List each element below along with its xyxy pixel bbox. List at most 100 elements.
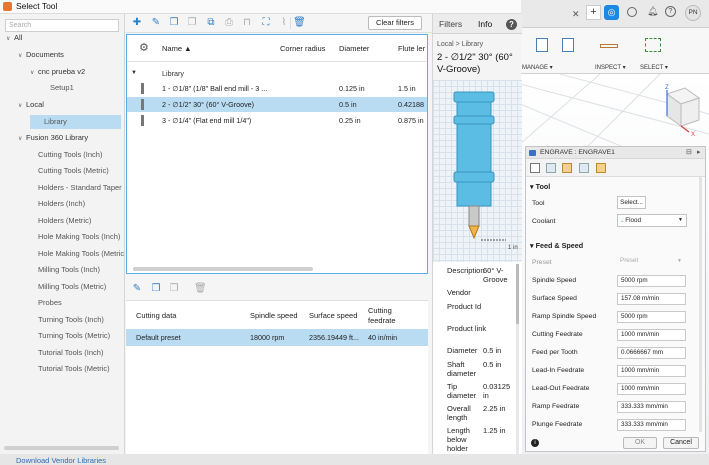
preset-select[interactable]: Preset ▼ xyxy=(617,256,687,268)
cancel-button[interactable]: Cancel xyxy=(663,437,699,449)
tree-item-12[interactable]: Hole Making Tools (Inch) xyxy=(30,230,120,244)
feed-speed-section-header[interactable]: ▾ Feed & Speed xyxy=(530,241,583,250)
renumber-icon[interactable]: ⛶ xyxy=(260,17,272,29)
tab-info[interactable]: Info xyxy=(478,19,492,29)
field-input[interactable]: 333.333 mm/min xyxy=(617,419,686,431)
tree-item-11[interactable]: Holders (Metric) xyxy=(30,214,91,228)
dialog-titlebar[interactable]: Select Tool xyxy=(0,0,521,14)
tab-passes-icon[interactable] xyxy=(579,163,589,173)
help-icon[interactable]: ? xyxy=(506,19,517,30)
tree-item-10[interactable]: Holders (Inch) xyxy=(30,197,85,211)
clear-filters-button[interactable]: Clear filters xyxy=(368,16,422,30)
sync-icon[interactable]: ◎ xyxy=(604,5,619,20)
delete-preset-icon[interactable]: 🗑︎ xyxy=(194,283,207,295)
tree-item-15[interactable]: Milling Tools (Metric) xyxy=(30,280,106,294)
col-diameter[interactable]: Diameter xyxy=(339,44,369,53)
select-icon[interactable] xyxy=(645,38,661,52)
tool-table-hscroll[interactable] xyxy=(133,267,313,271)
import-icon[interactable]: ⎙ xyxy=(223,17,235,29)
duplicate-icon[interactable]: ⧉ xyxy=(205,17,217,29)
edit-preset-icon[interactable]: ✎ xyxy=(131,283,143,295)
chevron-down-icon[interactable]: ∨ xyxy=(18,132,26,146)
avatar[interactable]: PN xyxy=(685,5,701,21)
engrave-title[interactable]: ENGRAVE : ENGRAVE1 ⊟ ▸ xyxy=(526,147,705,159)
tab-filters[interactable]: Filters xyxy=(439,19,462,29)
field-input[interactable]: 0.0666667 mm xyxy=(617,347,686,359)
manage-label[interactable]: MANAGE ▾ xyxy=(522,64,553,71)
paste-preset-icon[interactable]: ❐ xyxy=(168,283,180,295)
ok-button[interactable]: OK xyxy=(623,437,657,449)
tree-item-9[interactable]: Holders - Standard Taper xyxy=(30,181,122,195)
tree-item-3[interactable]: Setup1 xyxy=(42,81,74,95)
add-tool-icon[interactable]: ✚ xyxy=(131,17,143,29)
tree-item-4[interactable]: ∨ Local xyxy=(18,98,44,112)
edit-icon[interactable]: ✎ xyxy=(150,17,162,29)
chevron-down-icon[interactable]: ∨ xyxy=(18,99,26,113)
col-surface-speed[interactable]: Surface speed xyxy=(309,311,357,320)
inspect-label[interactable]: INSPECT ▾ xyxy=(595,64,626,71)
expand-icon[interactable]: ▸ xyxy=(697,147,701,159)
tree-item-6[interactable]: ∨ Fusion 360 Library xyxy=(18,131,88,145)
download-vendor-libraries-link[interactable]: Download Vendor Libraries xyxy=(16,456,106,465)
field-input[interactable]: 5000 rpm xyxy=(617,311,686,323)
paste-icon[interactable]: ❐ xyxy=(186,17,198,29)
copy-icon[interactable]: ❐ xyxy=(168,17,180,29)
clock-icon[interactable] xyxy=(627,7,637,17)
settings-gear-icon[interactable]: ⚙︎ xyxy=(139,41,149,54)
bell-icon[interactable]: 🔔︎ xyxy=(647,6,658,17)
help-icon[interactable]: ? xyxy=(665,6,676,17)
tab-tool-icon[interactable] xyxy=(530,163,540,173)
coolant-select[interactable]: 💧︎ Flood ▼ xyxy=(617,214,687,227)
tree-item-5[interactable]: Library xyxy=(30,115,121,129)
tree-item-17[interactable]: Turning Tools (Inch) xyxy=(30,313,104,327)
info-icon[interactable]: i xyxy=(531,439,539,447)
properties-scroll-thumb[interactable] xyxy=(516,264,519,324)
col-cutting-data[interactable]: Cutting data xyxy=(136,311,176,320)
tool-row[interactable]: 3 - ∅1/4" (Flat end mill 1/4") 0.25 in 0.8… xyxy=(127,113,427,128)
tree-item-1[interactable]: ∨ Documents xyxy=(18,48,64,62)
tree-item-18[interactable]: Turning Tools (Metric) xyxy=(30,329,110,343)
tab-heights-icon[interactable] xyxy=(562,163,572,173)
tree-item-16[interactable]: Probes xyxy=(30,296,62,310)
sidebar-hscroll[interactable] xyxy=(4,446,119,450)
measure-icon[interactable]: ⌇ xyxy=(278,17,290,29)
chevron-down-icon[interactable]: ∨ xyxy=(30,66,38,80)
tree-item-8[interactable]: Cutting Tools (Metric) xyxy=(30,164,109,178)
delete-icon[interactable]: 🗑︎ xyxy=(290,17,308,29)
preset-row[interactable]: Default preset 18000 rpm 2356.19449 ft..… xyxy=(126,329,428,346)
col-spindle-speed[interactable]: Spindle speed xyxy=(250,311,298,320)
field-input[interactable]: 1000 mm/min xyxy=(617,329,686,341)
select-tool-button[interactable]: Select... xyxy=(617,196,646,209)
manage-icon-2[interactable] xyxy=(562,38,574,52)
tool-row[interactable]: 1 - ∅1/8" (1/8" Ball end mill - 3 ... 0.1… xyxy=(127,81,427,96)
view-cube[interactable]: Z X xyxy=(645,80,705,140)
copy-preset-icon[interactable]: ❐ xyxy=(150,283,162,295)
field-input[interactable]: 157.08 m/min xyxy=(617,293,686,305)
tree-item-14[interactable]: Milling Tools (Inch) xyxy=(30,263,100,277)
field-input[interactable]: 1000 mm/min xyxy=(617,365,686,377)
col-name[interactable]: Name ▲ xyxy=(162,44,192,53)
close-tab-icon[interactable]: ✕ xyxy=(572,9,580,20)
measure-icon[interactable] xyxy=(600,44,618,48)
tool-section-header[interactable]: ▾ Tool xyxy=(530,182,550,191)
tree-item-20[interactable]: Tutorial Tools (Metric) xyxy=(30,362,110,376)
field-input[interactable]: 333.333 mm/min xyxy=(617,401,686,413)
tab-geometry-icon[interactable] xyxy=(546,163,556,173)
manage-icon[interactable] xyxy=(536,38,548,52)
col-cutting-feedrate[interactable]: Cutting feedrate xyxy=(368,306,396,326)
tree-item-13[interactable]: Hole Making Tools (Metric xyxy=(30,247,124,261)
tree-item-7[interactable]: Cutting Tools (Inch) xyxy=(30,148,102,162)
col-corner-radius[interactable]: Corner radius xyxy=(280,44,325,53)
tree-item-0[interactable]: ∨ All xyxy=(6,31,22,45)
chevron-down-icon[interactable]: ∨ xyxy=(18,49,26,63)
engrave-scrollbar[interactable] xyxy=(699,177,702,432)
group-row[interactable]: ▼ Library xyxy=(127,66,427,81)
field-input[interactable]: 1000 mm/min xyxy=(617,383,686,395)
tree-item-2[interactable]: ∨ cnc prueba v2 xyxy=(30,65,85,79)
field-input[interactable]: 5000 rpm xyxy=(617,275,686,287)
tab-linking-icon[interactable] xyxy=(596,163,606,173)
col-flute[interactable]: Flute ler xyxy=(398,44,425,53)
holder-icon[interactable]: ⊓ xyxy=(241,17,253,29)
tree-item-19[interactable]: Tutorial Tools (Inch) xyxy=(30,346,103,360)
collapse-icon[interactable]: ⊟ xyxy=(686,147,692,159)
